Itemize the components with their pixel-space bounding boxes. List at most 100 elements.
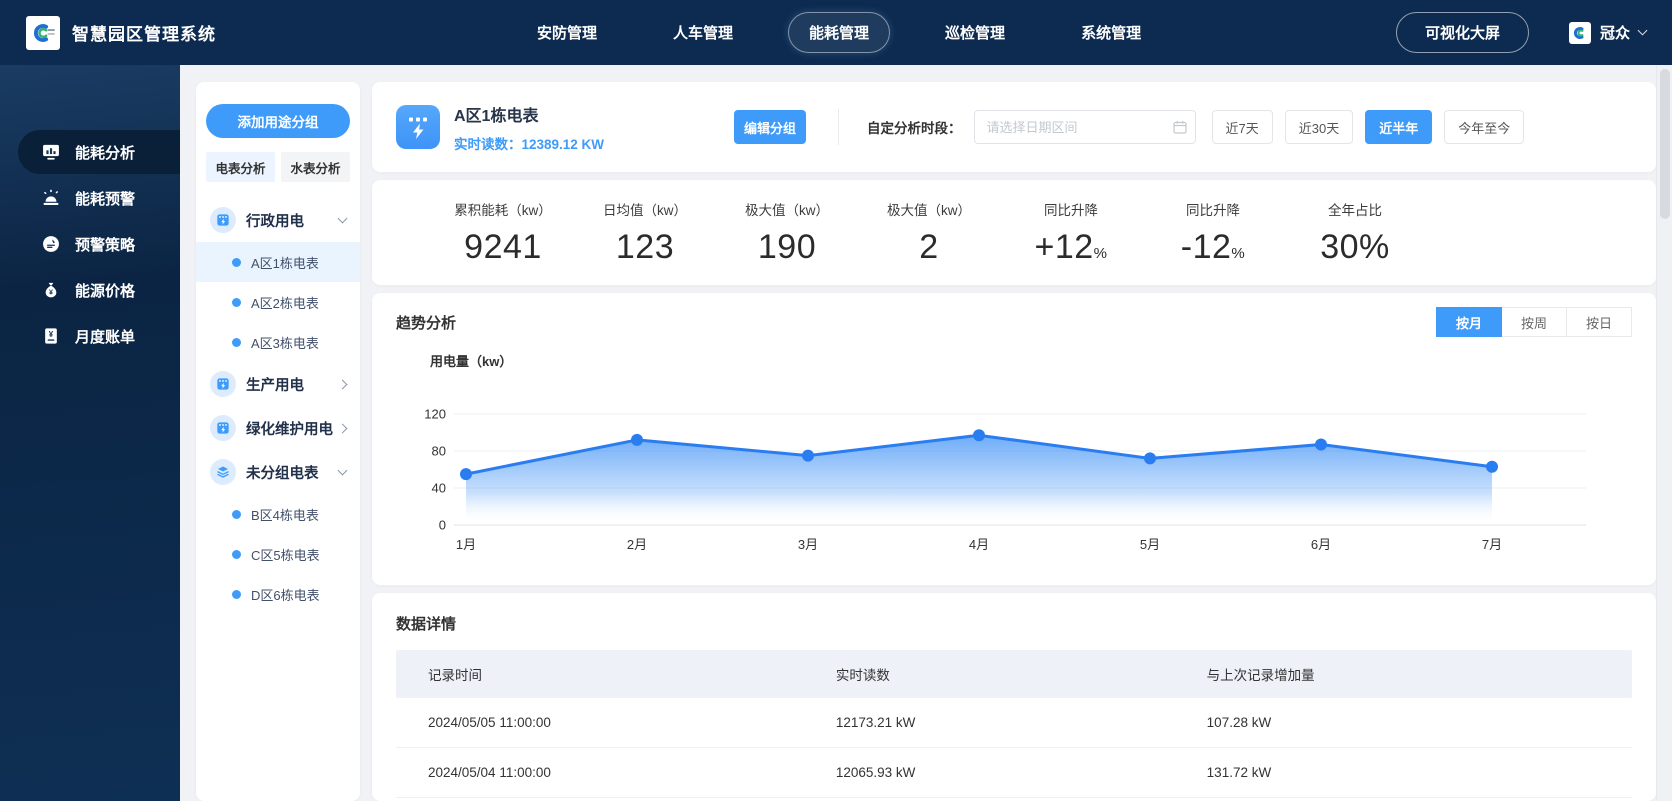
table-cell: 2024/05/05 11:00:00 — [428, 715, 551, 730]
table-row[interactable]: 2024/05/04 11:00:00 12065.93 kW 131.72 kW — [396, 748, 1632, 798]
reading-label: 实时读数： — [454, 136, 522, 152]
table-row[interactable]: 2024/05/05 11:00:00 12173.21 kW 107.28 kW — [396, 698, 1632, 748]
toggle-按月[interactable]: 按月 — [1436, 307, 1502, 337]
stat-value: +12% — [1034, 227, 1108, 266]
toggle-按周[interactable]: 按周 — [1501, 307, 1567, 337]
stat-value: 30% — [1320, 227, 1390, 266]
tree-group-绿化维护用电[interactable]: 绿化维护用电 — [196, 406, 360, 450]
tree-item-label: B区4栋电表 — [251, 507, 319, 523]
stat-label: 累积能耗（kw） — [454, 202, 552, 218]
table-header-cell: 与上次记录增加量 — [1206, 668, 1315, 683]
add-group-button[interactable]: 添加用途分组 — [206, 104, 350, 138]
stat-2: 极大值（kw） 190 — [716, 199, 858, 267]
chevron-down-icon — [337, 213, 348, 223]
stat-label: 极大值（kw） — [745, 202, 829, 218]
bullet-dot-icon — [232, 509, 241, 519]
sidebar-item-能源价格[interactable]: ¥ 能源价格 — [0, 268, 180, 312]
svg-text:2月: 2月 — [627, 537, 647, 552]
nav-item-系统管理[interactable]: 系统管理 — [1060, 12, 1162, 53]
table-cell: 12065.93 kW — [835, 765, 916, 780]
tree-group-生产用电[interactable]: 生产用电 — [196, 362, 360, 406]
stat-label: 全年占比 — [1328, 202, 1382, 218]
svg-text:6月: 6月 — [1311, 537, 1331, 552]
nav-item-人车管理[interactable]: 人车管理 — [652, 12, 754, 53]
tree-item-A区2栋电表[interactable]: A区2栋电表 — [196, 282, 360, 322]
stat-4: 同比升降 +12% — [1000, 199, 1142, 267]
tree-item-D区6栋电表[interactable]: D区6栋电表 — [196, 574, 360, 614]
sidebar-item-月度账单[interactable]: ¥ 月度账单 — [0, 314, 180, 358]
user-name: 冠众 — [1599, 25, 1630, 42]
table-cell: 12173.21 kW — [835, 715, 916, 730]
meter-panel: 添加用途分组 电表分析 水表分析 行政用电 A区1栋电表 A区2栋电表 A区3栋电表生产… — [196, 82, 360, 801]
tree-item-label: C区5栋电表 — [251, 547, 320, 563]
stats-card: 累积能耗（kw） 9241 日均值（kw） 123 极大值（kw） 190 极大值（kw） 2… — [372, 180, 1656, 285]
data-detail-card: 数据详情 记录时间 实时读数 与上次记录增加量 2024/05/05 11:00:0… — [372, 593, 1656, 801]
period-label: 自定分析时段： — [867, 121, 962, 136]
tree-item-label: D区6栋电表 — [251, 587, 320, 603]
granularity-toggle: 按月 按周 按日 — [1436, 307, 1632, 337]
svg-text:0: 0 — [439, 518, 446, 533]
tree-item-A区3栋电表[interactable]: A区3栋电表 — [196, 322, 360, 362]
electric-meter-icon — [396, 105, 440, 149]
svg-text:4月: 4月 — [969, 537, 989, 552]
tree-item-label: A区2栋电表 — [251, 295, 319, 311]
sidebar-item-能耗分析[interactable]: 能耗分析 — [18, 130, 180, 174]
strategy-icon — [40, 233, 62, 255]
top-nav: 智慧园区管理系统 安防管理 人车管理 能耗管理 巡检管理 系统管理 可视化大屏 冠众 — [0, 0, 1672, 65]
meter-header-card: A区1栋电表 实时读数：12389.12 KW 编辑分组 自定分析时段： 请选择… — [372, 82, 1656, 172]
range-button-近半年[interactable]: 近半年 — [1365, 110, 1433, 144]
table-header-cell: 记录时间 — [428, 668, 482, 683]
sidebar-item-label: 能耗分析 — [75, 144, 136, 162]
tree-group-行政用电[interactable]: 行政用电 — [196, 198, 360, 242]
meter-water-tabs: 电表分析 水表分析 — [206, 152, 350, 182]
stat-label: 同比升降 — [1186, 202, 1240, 218]
table-cell: 2024/05/04 11:00:00 — [428, 765, 551, 780]
range-button-今年至今[interactable]: 今年至今 — [1444, 110, 1525, 144]
sidebar-item-能耗预警[interactable]: 能耗预警 — [0, 176, 180, 220]
company-logo-icon — [26, 15, 60, 50]
calendar-icon — [1172, 121, 1187, 134]
tree-group-label: 生产用电 — [246, 377, 304, 394]
range-button-近7天[interactable]: 近7天 — [1211, 110, 1273, 144]
nav-item-安防管理[interactable]: 安防管理 — [516, 12, 618, 53]
table-cell: 107.28 kW — [1206, 715, 1272, 730]
toggle-按日[interactable]: 按日 — [1566, 307, 1632, 337]
tree-item-B区4栋电表[interactable]: B区4栋电表 — [196, 494, 360, 534]
trend-header: 趋势分析 按月 按周 按日 — [396, 307, 1632, 337]
tree-group-未分组电表[interactable]: 未分组电表 — [196, 450, 360, 494]
range-button-近30天[interactable]: 近30天 — [1284, 110, 1354, 144]
price-icon: ¥ — [40, 279, 62, 301]
table-header-cell: 实时读数 — [835, 668, 890, 683]
meter-icon — [210, 371, 236, 397]
svg-text:5月: 5月 — [1140, 537, 1160, 552]
sidebar-item-label: 预警策略 — [75, 236, 136, 254]
visualization-screen-button[interactable]: 可视化大屏 — [1395, 12, 1529, 53]
alarm-icon — [40, 187, 62, 209]
bill-icon: ¥ — [40, 325, 62, 347]
table-cell: 131.72 kW — [1206, 765, 1272, 780]
scrollbar-thumb[interactable] — [1660, 69, 1670, 219]
svg-text:¥: ¥ — [49, 289, 53, 297]
nav-item-巡检管理[interactable]: 巡检管理 — [924, 12, 1026, 53]
tree-item-A区1栋电表[interactable]: A区1栋电表 — [196, 242, 360, 282]
y-axis-unit-label: 用电量（kw） — [430, 354, 513, 369]
page-scrollbar[interactable] — [1656, 65, 1672, 801]
stat-3: 极大值（kw） 2 — [858, 199, 1000, 267]
main-column: A区1栋电表 实时读数：12389.12 KW 编辑分组 自定分析时段： 请选择… — [372, 82, 1656, 801]
tab-水表分析[interactable]: 水表分析 — [281, 152, 350, 182]
tree-item-C区5栋电表[interactable]: C区5栋电表 — [196, 534, 360, 574]
vertical-divider — [838, 109, 839, 145]
tab-电表分析[interactable]: 电表分析 — [206, 152, 275, 182]
tree-group-label: 未分组电表 — [246, 465, 319, 482]
tree-item-label: A区1栋电表 — [251, 255, 319, 271]
chevron-right-icon — [337, 423, 348, 433]
date-range-input[interactable] — [973, 110, 1196, 144]
sidebar-item-预警策略[interactable]: 预警策略 — [0, 222, 180, 266]
chevron-down-icon — [1637, 25, 1648, 36]
data-table: 记录时间 实时读数 与上次记录增加量 2024/05/05 11:00:00 1217… — [396, 650, 1632, 798]
user-menu[interactable]: 冠众 — [1568, 21, 1648, 44]
nav-item-能耗管理[interactable]: 能耗管理 — [788, 12, 891, 53]
stat-label: 日均值（kw） — [603, 202, 687, 218]
bullet-dot-icon — [232, 297, 241, 307]
edit-group-button[interactable]: 编辑分组 — [734, 110, 806, 144]
